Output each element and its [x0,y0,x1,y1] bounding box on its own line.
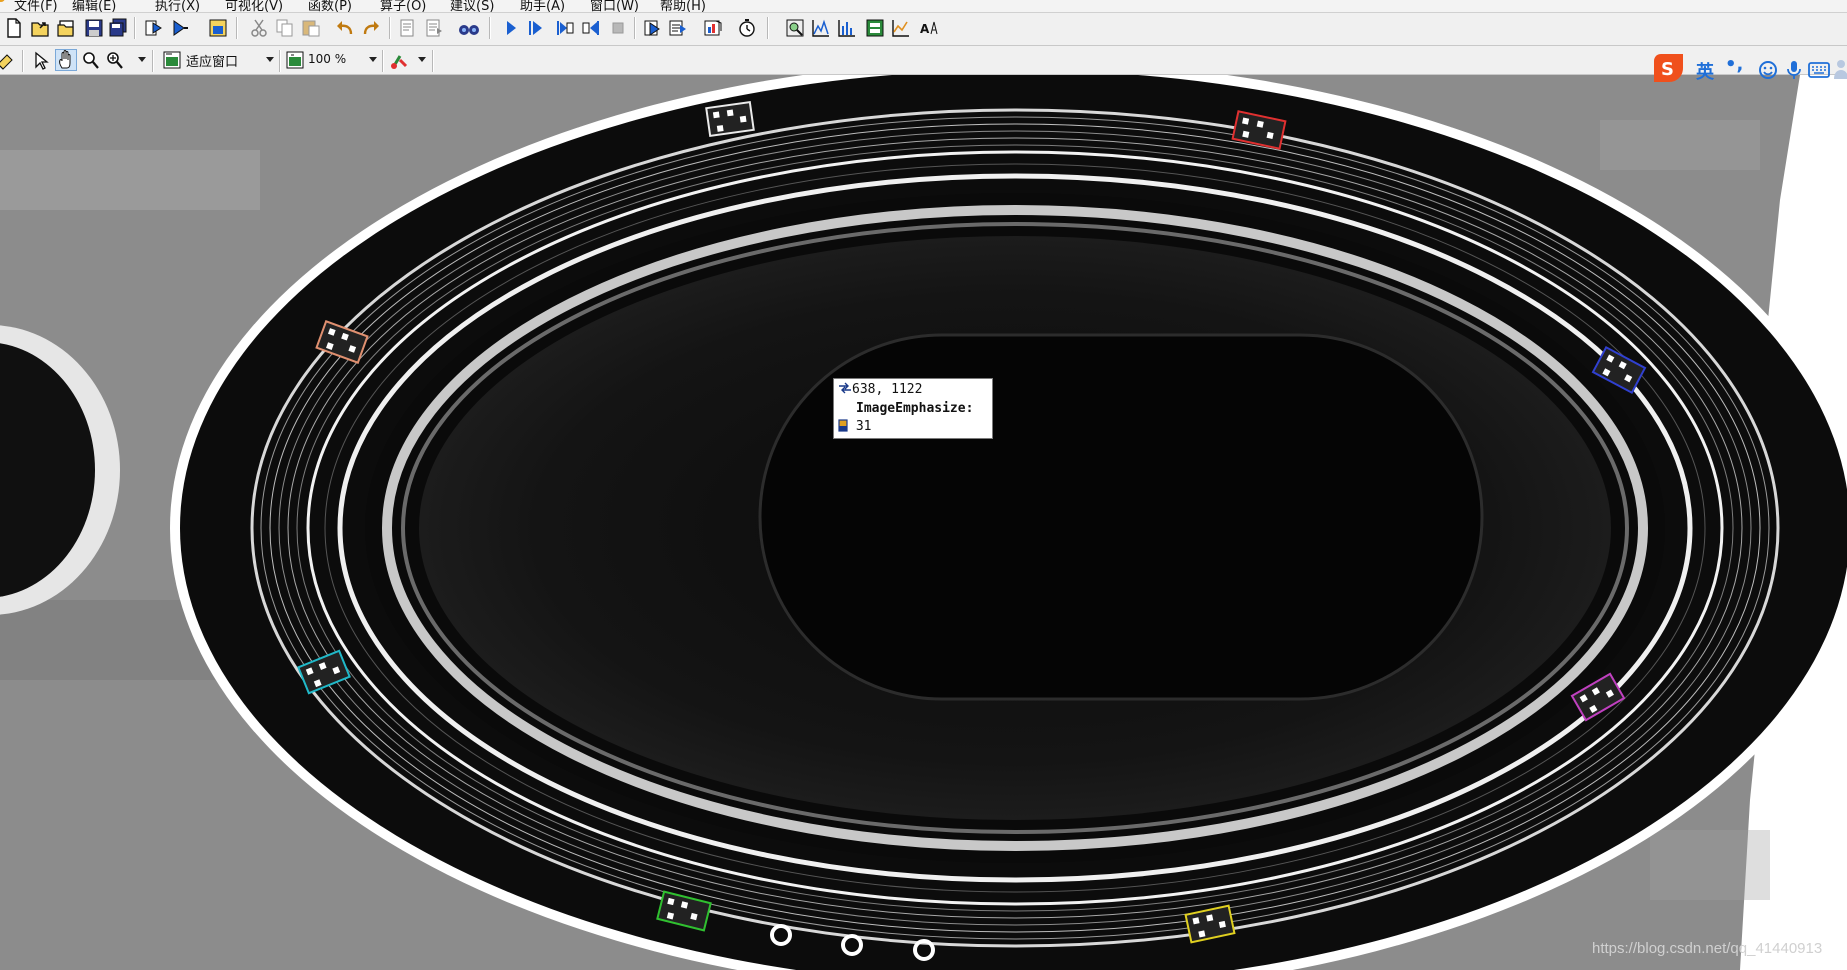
profiler-icon[interactable] [702,17,724,39]
user-icon[interactable] [1834,59,1847,84]
pointer-icon[interactable] [30,49,52,71]
run-program-icon[interactable] [143,17,165,39]
redo-icon[interactable] [360,17,382,39]
feature-histogram-icon[interactable] [836,17,858,39]
line-profile-icon[interactable] [864,17,886,39]
undo-icon[interactable] [334,17,356,39]
zoom-level-icon[interactable] [284,49,306,71]
magnify-icon[interactable] [104,49,126,71]
ime-lang[interactable]: 英 [1696,58,1714,84]
window-insert-icon[interactable] [207,17,229,39]
clear-window-icon[interactable] [0,49,16,71]
gray-graph-icon[interactable] [890,17,912,39]
save-all-icon[interactable] [107,17,129,39]
clock-icon[interactable] [736,17,758,39]
gray-value-icon [838,419,848,432]
coordinate-icon [839,382,851,394]
zoom-value[interactable]: 100 % [308,52,346,66]
paste-icon[interactable] [300,17,322,39]
watermark: https://blog.csdn.net/qq_41440913 [1592,940,1823,957]
code-mark-white [705,100,755,138]
menu-execute[interactable]: 执行(X) [155,0,200,12]
copy-icon[interactable] [274,17,296,39]
main-toolbar: A [0,13,1847,46]
fit-window-dropdown-icon[interactable] [266,57,274,62]
ime-toolbar: S 英 •, [1652,52,1847,86]
graphics-toolbar: 适应窗口 100 % [0,46,1847,75]
gray-value: 31 [855,419,872,434]
step-into-icon[interactable] [554,17,576,39]
svg-text:S: S [1661,59,1674,80]
ime-logo[interactable]: S [1652,53,1686,86]
save-icon[interactable] [83,17,105,39]
procedure-list-icon[interactable] [423,17,445,39]
smiley-icon[interactable] [1758,60,1778,83]
binoculars-icon[interactable] [458,17,480,39]
zoom-dropdown-icon[interactable] [369,57,377,62]
open-example-icon[interactable] [55,17,77,39]
reset-program-icon[interactable] [641,17,663,39]
microphone-icon[interactable] [1786,60,1802,83]
keyboard-icon[interactable] [1808,62,1830,81]
move-hand-icon[interactable] [55,49,77,71]
menu-edit[interactable]: 编辑(E) [72,0,116,12]
open-file-icon[interactable] [29,17,51,39]
menu-functions[interactable]: 函数(P) [308,0,352,12]
menu-bar: 文件(F) 编辑(E) 执行(X) 可视化(V) 函数(P) 算子(O) 建议(… [0,0,1847,13]
gray-histogram-icon[interactable] [810,17,832,39]
menu-help[interactable]: 帮助(H) [660,0,706,12]
magnify-dropdown-icon[interactable] [138,57,146,62]
zoom-icon[interactable] [80,49,102,71]
app-logo-icon [0,0,5,2]
reset-cursor-icon[interactable] [667,17,689,39]
ocr-icon[interactable]: A [918,17,940,39]
fit-window-icon[interactable] [161,49,183,71]
svg-text:A: A [920,22,930,36]
step-over-icon[interactable] [525,17,547,39]
stop-icon[interactable] [607,17,629,39]
menu-operators[interactable]: 算子(O) [380,0,426,12]
inspection-image[interactable] [0,75,1847,970]
graphics-window[interactable] [0,75,1847,970]
color-dropdown-icon[interactable] [418,57,426,62]
menu-suggestions[interactable]: 建议(S) [450,0,494,12]
step-out-icon[interactable] [580,17,602,39]
menu-visualization[interactable]: 可视化(V) [225,0,283,12]
zoom-window-icon[interactable] [784,17,806,39]
procedure-edit-icon[interactable] [397,17,419,39]
run-icon[interactable] [500,17,522,39]
pixel-coords: 638, 1122 [852,382,923,397]
fit-window-label[interactable]: 适应窗口 [186,51,238,70]
cut-icon[interactable] [248,17,270,39]
step-program-icon[interactable] [169,17,191,39]
pixel-info-tooltip: 638, 1122 ImageEmphasize: 31 [833,378,993,439]
menu-file[interactable]: 文件(F) [14,0,58,12]
menu-assistants[interactable]: 助手(A) [520,0,565,12]
image-name: ImageEmphasize: [856,401,974,416]
new-file-icon[interactable] [3,17,25,39]
menu-window[interactable]: 窗口(W) [590,0,639,12]
color-palette-icon[interactable] [389,49,411,71]
ime-punct[interactable]: •, [1725,54,1743,75]
